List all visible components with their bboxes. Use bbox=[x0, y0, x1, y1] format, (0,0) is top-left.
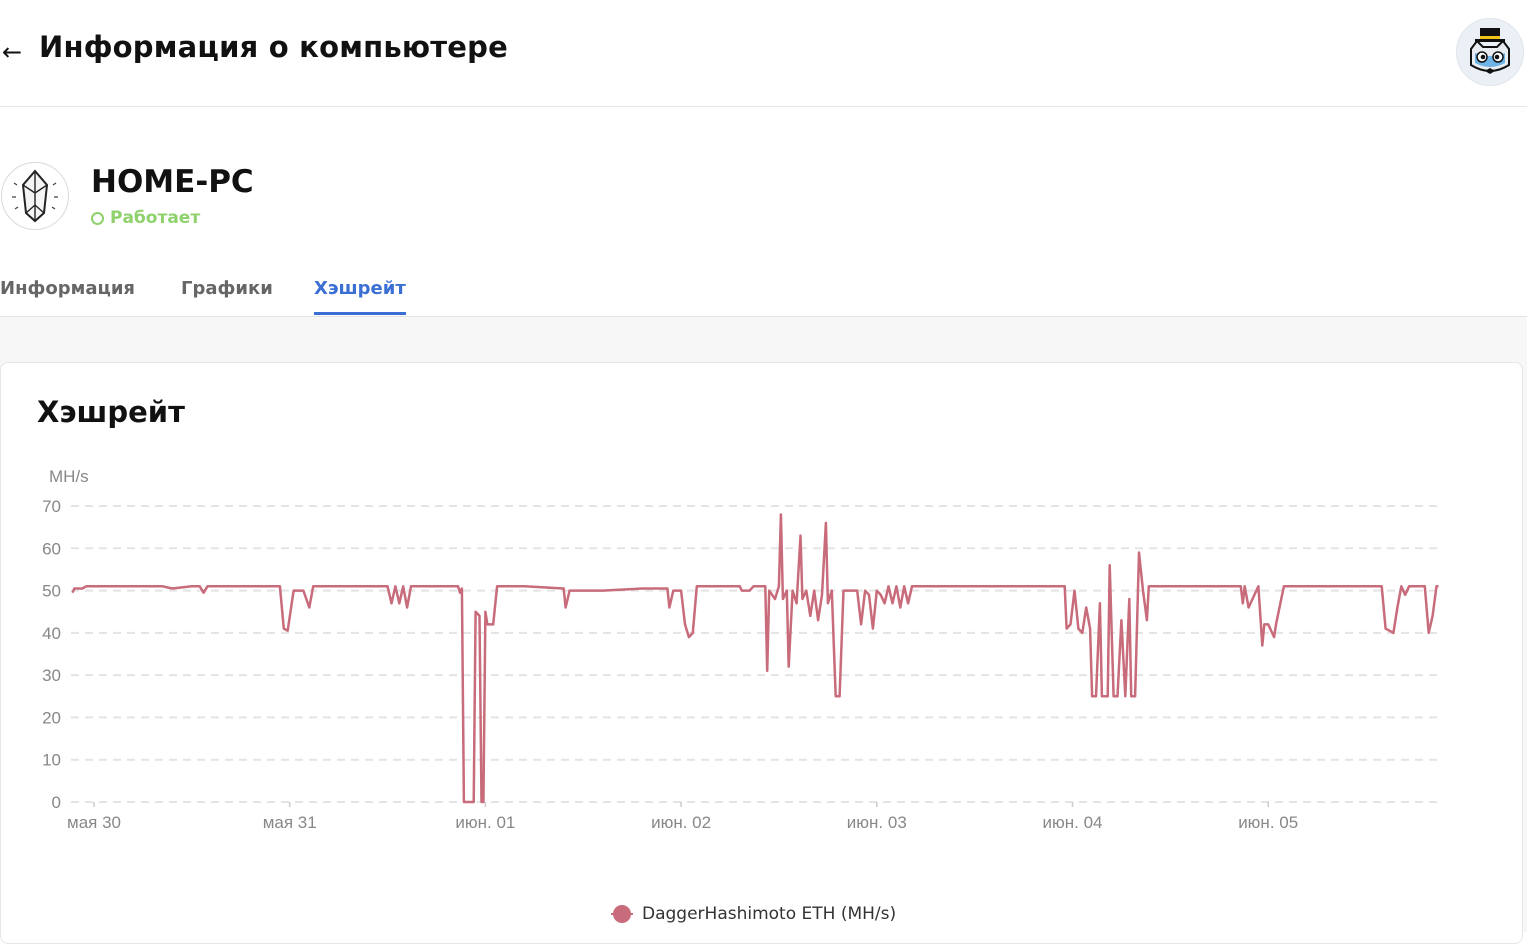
y-tick-label: 50 bbox=[42, 582, 61, 601]
arrow-left-icon[interactable]: ← bbox=[0, 36, 24, 68]
y-tick-label: 10 bbox=[42, 751, 61, 770]
x-tick-label: мая 31 bbox=[263, 813, 317, 832]
legend-swatch-icon bbox=[611, 903, 633, 925]
x-tick-label: июн. 04 bbox=[1043, 813, 1103, 832]
x-tick-label: июн. 01 bbox=[455, 813, 515, 832]
cat-with-top-hat-avatar-icon bbox=[1457, 19, 1523, 85]
x-tick-label: июн. 02 bbox=[651, 813, 711, 832]
crystal-icon bbox=[1, 162, 69, 230]
x-tick-label: июн. 03 bbox=[847, 813, 907, 832]
y-axis-unit-label: MH/s bbox=[49, 467, 89, 486]
tab-bar: Информация Графики Хэшрейт bbox=[0, 270, 1527, 317]
hashrate-card: Хэшрейт MH/s 0 10 20 30 40 50 60 70 мая 30 мая 31 и… bbox=[0, 362, 1523, 944]
y-tick-label: 30 bbox=[42, 666, 61, 685]
y-tick-label: 20 bbox=[42, 708, 61, 727]
page-title: Информация о компьютере bbox=[39, 30, 508, 64]
status-dot-icon bbox=[91, 211, 104, 225]
y-tick-label: 60 bbox=[42, 539, 61, 558]
avatar[interactable] bbox=[1456, 18, 1524, 86]
rig-name: HOME-PC bbox=[91, 164, 254, 200]
tab-hashrate[interactable]: Хэшрейт bbox=[314, 278, 406, 315]
status-badge: Работает bbox=[91, 208, 200, 228]
hashrate-chart: MH/s 0 10 20 30 40 50 60 70 мая 30 мая 31 июн. 01 ию… bbox=[42, 467, 1439, 832]
y-tick-label: 40 bbox=[42, 624, 61, 643]
y-tick-label: 0 bbox=[52, 793, 61, 812]
tab-info[interactable]: Информация bbox=[0, 278, 135, 315]
top-bar: ← Информация о компьютере bbox=[0, 0, 1527, 107]
x-tick-label: мая 30 bbox=[67, 813, 121, 832]
chart-legend[interactable]: DaggerHashimoto ETH (MH/s) bbox=[611, 903, 896, 925]
status-text: Работает bbox=[110, 208, 201, 228]
legend-label: DaggerHashimoto ETH (MH/s) bbox=[642, 904, 897, 924]
x-tick-label: июн. 05 bbox=[1238, 813, 1298, 832]
y-tick-label: 70 bbox=[42, 497, 61, 516]
tab-charts[interactable]: Графики bbox=[181, 278, 273, 315]
